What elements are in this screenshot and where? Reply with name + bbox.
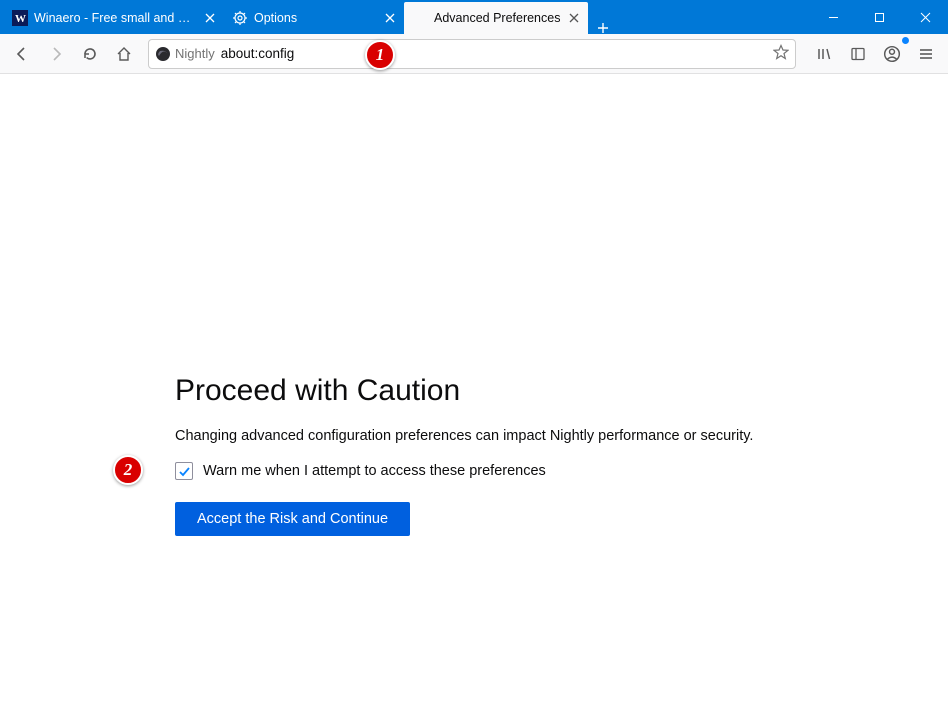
library-button[interactable]	[808, 38, 840, 70]
close-window-button[interactable]	[902, 0, 948, 34]
forward-button[interactable]	[40, 38, 72, 70]
sidebar-button[interactable]	[842, 38, 874, 70]
page-content: Proceed with Caution Changing advanced c…	[0, 74, 948, 724]
account-button[interactable]	[876, 38, 908, 70]
winaero-favicon: W	[12, 10, 28, 26]
url-text: about:config	[221, 46, 295, 61]
toolbar-right	[804, 38, 942, 70]
svg-text:W: W	[15, 13, 26, 25]
tab-label: Options	[254, 11, 376, 25]
warn-checkbox-row: Warn me when I attempt to access these p…	[175, 462, 795, 480]
navigation-toolbar: Nightly about:config	[0, 34, 948, 74]
accept-risk-button[interactable]: Accept the Risk and Continue	[175, 502, 410, 536]
about-config-warning: Proceed with Caution Changing advanced c…	[175, 374, 795, 536]
warn-checkbox[interactable]	[175, 462, 193, 480]
tab-strip: W Winaero - Free small and usef… Options…	[4, 0, 618, 34]
maximize-button[interactable]	[856, 0, 902, 34]
tab-label: Advanced Preferences	[434, 11, 560, 25]
nightly-icon	[155, 46, 171, 62]
warning-description: Changing advanced configuration preferen…	[175, 428, 795, 444]
tab-advanced-preferences[interactable]: Advanced Preferences	[404, 2, 588, 34]
app-menu-button[interactable]	[910, 38, 942, 70]
blank-favicon	[412, 10, 428, 26]
url-bar[interactable]: Nightly about:config	[148, 39, 796, 69]
identity-label: Nightly	[175, 46, 215, 61]
close-tab-icon[interactable]	[202, 10, 218, 26]
annotation-callout-1: 1	[365, 40, 395, 70]
home-button[interactable]	[108, 38, 140, 70]
annotation-callout-2: 2	[113, 455, 143, 485]
new-tab-button[interactable]	[588, 22, 618, 34]
tab-winaero[interactable]: W Winaero - Free small and usef…	[4, 2, 224, 34]
warning-title: Proceed with Caution	[175, 374, 795, 408]
gear-icon	[232, 10, 248, 26]
close-tab-icon[interactable]	[566, 10, 582, 26]
bookmark-star-icon[interactable]	[773, 44, 789, 63]
back-button[interactable]	[6, 38, 38, 70]
close-tab-icon[interactable]	[382, 10, 398, 26]
reload-button[interactable]	[74, 38, 106, 70]
identity-box[interactable]: Nightly	[155, 46, 215, 62]
notification-dot-icon	[902, 37, 909, 44]
tab-label: Winaero - Free small and usef…	[34, 11, 196, 25]
titlebar: W Winaero - Free small and usef… Options…	[0, 0, 948, 34]
warn-checkbox-label: Warn me when I attempt to access these p…	[203, 463, 546, 479]
minimize-button[interactable]	[810, 0, 856, 34]
tab-options[interactable]: Options	[224, 2, 404, 34]
window-controls	[810, 0, 948, 34]
